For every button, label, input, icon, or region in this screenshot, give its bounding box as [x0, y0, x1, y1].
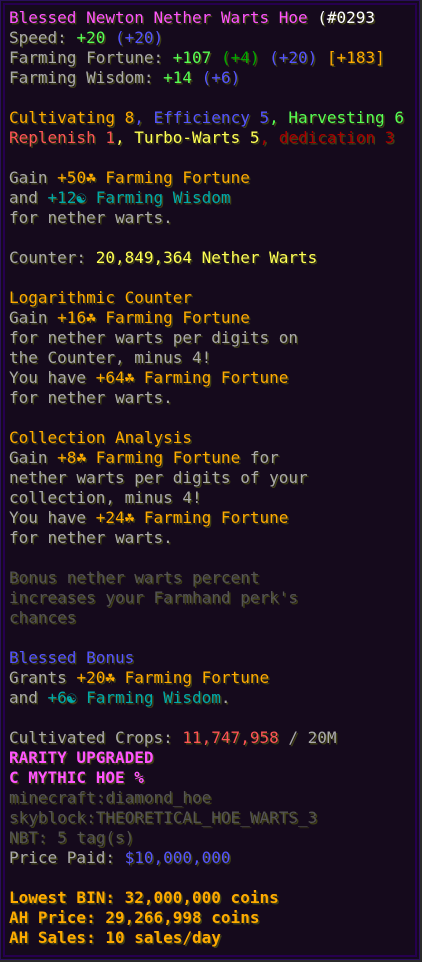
stat-speed: Speed: +20 (+20) — [9, 28, 164, 47]
rarity-upgraded: RARITY UPGRADED — [9, 748, 154, 767]
ah-sales: AH Sales: 10 sales/day — [9, 928, 221, 947]
ah-price: AH Price: 29,266,998 coins — [9, 908, 260, 927]
meta-skyblock-id: skyblock:THEORETICAL_HOE_WARTS_3 — [9, 808, 318, 827]
stat-farming-fortune: Farming Fortune: +107 (+4) (+20) [+183] — [9, 48, 385, 67]
item-name: Blessed Newton Nether Warts Hoe — [9, 8, 308, 27]
blessed-line-2: and +6☯ Farming Wisdom. — [9, 688, 231, 707]
lowest-bin: Lowest BIN: 32,000,000 coins — [9, 888, 279, 907]
blessed-line-1: Grants +20☘ Farming Fortune — [9, 668, 270, 687]
perk-line-2: increases your Farmhand perk's — [9, 588, 298, 607]
ability-line-2: and +12☯ Farming Wisdom — [9, 188, 231, 207]
collection-line-5: for nether warts. — [9, 528, 173, 547]
collection-title: Collection Analysis — [9, 428, 193, 447]
perk-line-1: Bonus nether warts percent — [9, 568, 260, 587]
collection-line-1: Gain +8☘ Farming Fortune for — [9, 448, 279, 467]
log-counter-title: Logarithmic Counter — [9, 288, 193, 307]
cultivated-crops: Cultivated Crops: 11,747,958 / 20M — [9, 728, 337, 747]
enchant-line-2: Replenish 1, Turbo-Warts 5, dedication 3 — [9, 128, 395, 147]
log-counter-line-2: for nether warts per digits on — [9, 328, 298, 347]
item-title: Blessed Newton Nether Warts Hoe (#0293 — [9, 8, 419, 28]
ability-line-1: Gain +50☘ Farming Fortune — [9, 168, 250, 187]
stat-farming-wisdom: Farming Wisdom: +14 (+6) — [9, 68, 241, 87]
counter: Counter: 20,849,364 Nether Warts — [9, 248, 318, 267]
enchant-line-1: Cultivating 8, Efficiency 5, Harvesting … — [9, 108, 404, 127]
item-tooltip: Blessed Newton Nether Warts Hoe (#0293 S… — [0, 0, 420, 960]
item-id: (#0293 — [317, 8, 376, 27]
price-paid: Price Paid: $10,000,000 — [9, 848, 231, 867]
perk-line-3: chances — [9, 608, 77, 627]
rarity-line: C MYTHIC HOE % — [9, 768, 144, 787]
collection-line-2: nether warts per digits of your — [9, 468, 308, 487]
log-counter-line-3: the Counter, minus 4! — [9, 348, 212, 367]
ability-line-3: for nether warts. — [9, 208, 173, 227]
log-counter-line-5: for nether warts. — [9, 388, 173, 407]
collection-line-4: You have +24☘ Farming Fortune — [9, 508, 289, 527]
collection-line-3: collection, minus 4! — [9, 488, 202, 507]
meta-item-id: minecraft:diamond_hoe — [9, 788, 212, 807]
blessed-title: Blessed Bonus — [9, 648, 135, 667]
log-counter-line-4: You have +64☘ Farming Fortune — [9, 368, 289, 387]
log-counter-line-1: Gain +16☘ Farming Fortune — [9, 308, 250, 327]
meta-nbt: NBT: 5 tag(s) — [9, 828, 135, 847]
